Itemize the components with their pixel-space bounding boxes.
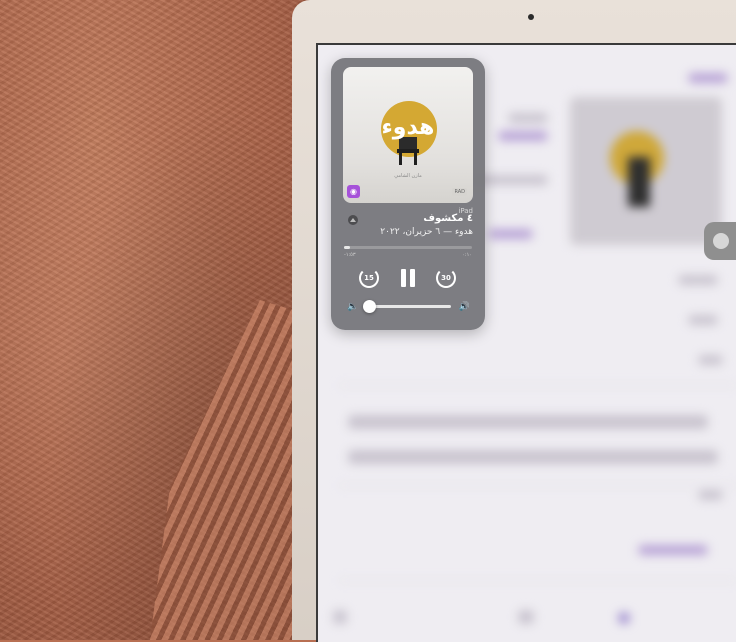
skip-back-seconds: 15	[364, 274, 374, 282]
remaining-time: -١:٥٣	[344, 252, 356, 258]
skip-forward-seconds: 30	[441, 274, 451, 282]
episode-subtitle: هدوء — ٦ حزيران، ٢٠٢٢	[380, 227, 473, 237]
episode-title: ٤ مكشوف	[423, 213, 473, 224]
volume-knob[interactable]	[363, 300, 377, 313]
now-playing-widget: هدوء مازن الشامي ◉ RAD iPad ٤ مكشوف هدوء…	[331, 58, 485, 330]
elapsed-time: ٠:١٠	[462, 252, 472, 258]
episode-artwork[interactable]: هدوء مازن الشامي ◉ RAD	[343, 67, 473, 203]
podcasts-app-icon: ◉	[347, 185, 360, 198]
skip-forward-30-icon[interactable]: 30	[436, 268, 456, 288]
airplay-icon[interactable]	[348, 215, 358, 225]
artwork-chair	[397, 137, 419, 165]
playback-progress-fill	[344, 246, 351, 249]
pause-icon[interactable]	[399, 267, 417, 289]
artwork-title: هدوء	[381, 115, 435, 140]
skip-back-15-icon[interactable]: 15	[359, 268, 379, 288]
blurred-show-artwork	[570, 97, 722, 245]
speaker-high-icon: 🔊	[458, 302, 470, 312]
speaker-low-icon: 🔈	[347, 302, 359, 312]
front-camera	[528, 14, 534, 20]
assistive-touch-button[interactable]	[704, 222, 736, 260]
volume-slider[interactable]	[363, 300, 451, 313]
artwork-credit: مازن الشامي	[394, 173, 422, 179]
playback-scrubber[interactable]	[344, 246, 472, 249]
artwork-corner-label: RAD	[452, 188, 467, 196]
